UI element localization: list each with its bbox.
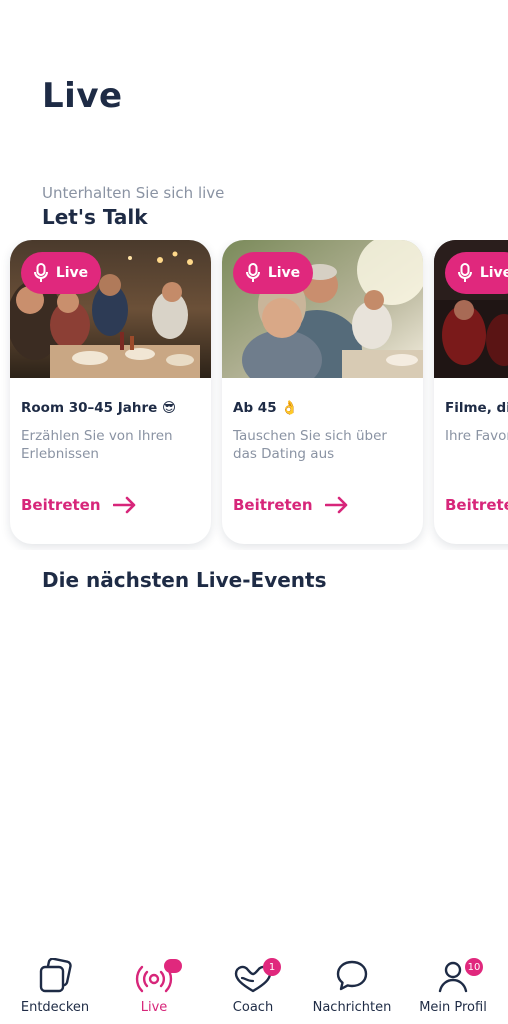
live-badge-label: Live [55,265,89,281]
events-title: Die nächsten Live-Events [42,568,327,592]
room-card[interactable]: Live Filme, die Ihre Favor Beitrete [434,240,508,544]
section-subtitle: Unterhalten Sie sich live [42,184,225,202]
room-photo: Live [434,240,508,378]
live-badge: Live [21,252,101,294]
join-label: Beitrete [445,496,508,514]
nav-label: Coach [232,1000,274,1015]
room-card[interactable]: Live Room 30–45 Jahre 😎 Erzählen Sie von… [10,240,211,544]
room-title: Filme, die [445,400,508,416]
live-badge-label: Live [479,265,508,281]
nav-item-entdecken[interactable]: Entdecken [5,950,105,1024]
join-label: Beitreten [21,496,101,514]
coach-badge: 1 [263,958,281,976]
room-description: Tauschen Sie sich über das Dating aus [233,428,387,462]
coach-icon: 1 [233,950,281,994]
join-button[interactable]: Beitreten [21,496,137,514]
room-photo: Live [222,240,423,378]
profile-icon: 10 [433,950,483,994]
nav-label: Mein Profil [419,1000,487,1015]
nav-item-coach[interactable]: 1 Coach [203,950,303,1024]
join-button[interactable]: Beitreten [233,496,349,514]
cards-icon [35,950,75,994]
room-card[interactable]: Live Ab 45 👌 Tauschen Sie sich über das … [222,240,423,544]
chat-bubble-icon [332,950,372,994]
lets-talk-carousel[interactable]: Live Room 30–45 Jahre 😎 Erzählen Sie von… [0,240,508,550]
live-badge: Live [445,252,508,294]
arrow-right-icon [112,496,135,514]
page-title: Live [42,76,123,116]
nav-label: Entdecken [20,1000,90,1015]
room-title: Ab 45 👌 [233,400,299,416]
join-label: Beitreten [233,496,313,514]
nav-label: Live [140,1000,168,1015]
microphone-icon [245,263,260,282]
microphone-icon [33,263,48,282]
broadcast-icon [134,950,182,994]
nav-item-nachrichten[interactable]: Nachrichten [302,950,402,1024]
live-badge: Live [233,252,313,294]
room-description: Erzählen Sie von Ihren Erlebnissen [21,428,173,462]
nav-item-live[interactable]: Live [104,950,204,1024]
bottom-nav: Entdecken Live 1 Coach Nachrichten 10 Me… [0,950,508,1024]
room-title: Room 30–45 Jahre 😎 [21,400,177,416]
room-description: Ihre Favor [445,428,508,444]
join-button[interactable]: Beitrete [445,496,508,514]
nav-item-mein-profil[interactable]: 10 Mein Profil [403,950,503,1024]
room-photo: Live [10,240,211,378]
profile-badge: 10 [465,958,483,976]
live-indicator-dot [164,959,182,973]
arrow-right-icon [324,496,347,514]
live-badge-label: Live [267,265,301,281]
microphone-icon [457,263,472,282]
section-title: Let's Talk [42,205,148,229]
nav-label: Nachrichten [312,1000,392,1015]
